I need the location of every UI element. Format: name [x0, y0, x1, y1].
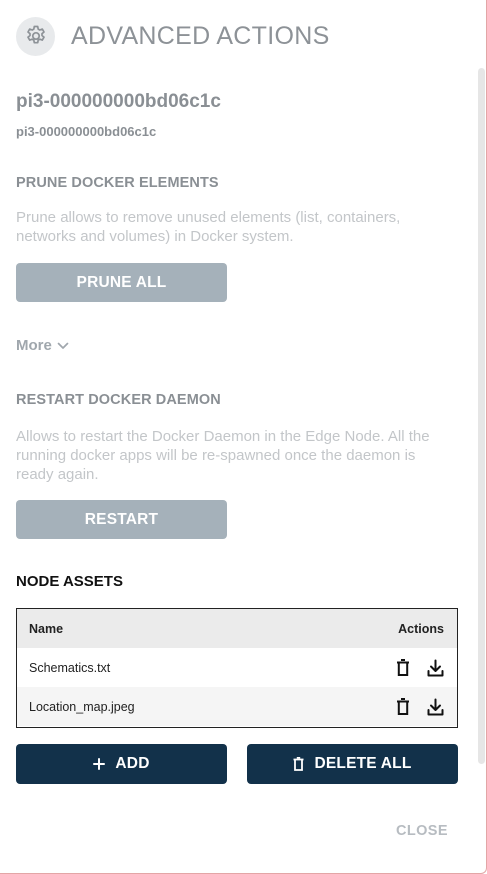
node-name: pi3-000000000bd06c1c	[16, 91, 221, 112]
column-header-actions: Actions	[398, 621, 444, 636]
dialog-title: ADVANCED ACTIONS	[71, 21, 330, 50]
restart-description: Allows to restart the Docker Daemon in t…	[16, 428, 430, 483]
trash-icon	[293, 757, 304, 771]
restart-button[interactable]: RESTART	[16, 500, 227, 539]
download-icon[interactable]	[426, 697, 444, 717]
table-header: Name Actions	[17, 609, 457, 648]
download-icon[interactable]	[426, 658, 444, 678]
node-id: pi3-000000000bd06c1c	[16, 124, 157, 139]
delete-all-button[interactable]: DELETE ALL	[247, 744, 458, 784]
scrollbar[interactable]	[478, 68, 485, 764]
gear-icon	[16, 16, 55, 56]
restart-section-title: RESTART DOCKER DAEMON	[16, 392, 221, 408]
column-header-name: Name	[29, 621, 64, 636]
table-row: Location_map.jpeg	[17, 687, 457, 726]
table-row: Schematics.txt	[17, 648, 457, 687]
dialog-header: ADVANCED ACTIONS	[16, 16, 330, 56]
asset-name: Location_map.jpeg	[29, 699, 135, 714]
plus-icon	[93, 758, 106, 770]
prune-section-title: PRUNE DOCKER ELEMENTS	[16, 175, 219, 191]
asset-name: Schematics.txt	[29, 660, 111, 675]
more-toggle[interactable]: More	[16, 337, 69, 354]
advanced-actions-dialog: ADVANCED ACTIONS pi3-000000000bd06c1c pi…	[0, 0, 487, 874]
prune-description: Prune allows to remove unused elements (…	[16, 209, 401, 245]
add-label: ADD	[115, 755, 150, 772]
row-actions	[394, 658, 444, 678]
row-actions	[394, 697, 444, 717]
add-asset-button[interactable]: ADD	[16, 744, 227, 784]
trash-icon[interactable]	[394, 697, 412, 717]
close-button[interactable]: CLOSE	[396, 823, 448, 839]
delete-all-label: DELETE ALL	[314, 755, 412, 772]
prune-all-button[interactable]: PRUNE ALL	[16, 263, 227, 302]
chevron-down-icon	[57, 342, 69, 349]
node-assets-title: NODE ASSETS	[16, 573, 123, 590]
assets-table: Name Actions Schematics.txt Location_map	[16, 608, 458, 728]
restart-label: RESTART	[84, 510, 159, 528]
more-label: More	[16, 337, 52, 354]
trash-icon[interactable]	[394, 658, 412, 678]
prune-all-label: PRUNE ALL	[76, 273, 167, 291]
